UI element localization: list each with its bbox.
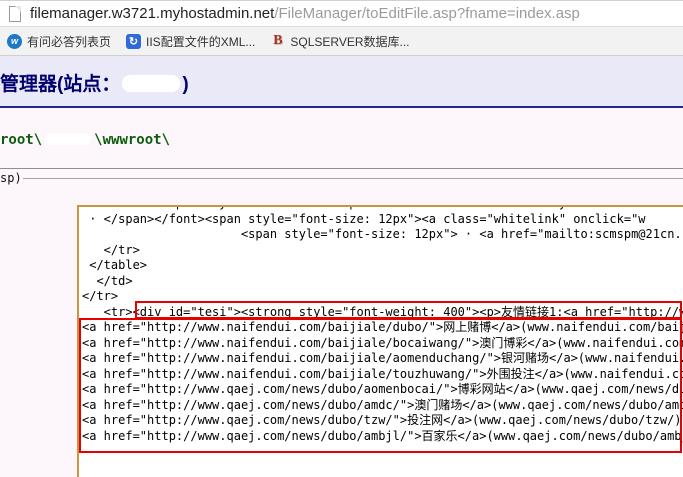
filename-legend: sp): [0, 171, 22, 185]
page-favicon-icon: [9, 6, 21, 22]
header-title-close: ): [182, 74, 188, 95]
code-line: </td>: [82, 274, 683, 290]
path-prefix: root\: [0, 132, 42, 148]
page-header: 管理器(站点：): [0, 56, 683, 108]
bookmark-item-sqlserver[interactable]: B SQLSERVER数据库...: [270, 33, 409, 50]
bookmark-item-qa[interactable]: w 有问必答列表页: [7, 33, 111, 50]
address-bar: filemanager.w3721.myhostadmin.net/FileMa…: [0, 0, 683, 27]
red-highlight-box-spam-links: [79, 318, 682, 453]
bookmark-label: SQLSERVER数据库...: [290, 33, 409, 50]
bookmark-label: 有问必答列表页: [27, 33, 111, 50]
url-input[interactable]: filemanager.w3721.myhostadmin.net/FileMa…: [30, 1, 580, 27]
code-line: <span style="font-size: 12px"> · <a href…: [82, 227, 683, 243]
red-highlight-box-div-tesi: [135, 301, 682, 319]
page-content: 管理器(站点：) root\ \wwwroot\ sp) <span style=…: [0, 56, 683, 477]
header-title: 管理器(站点：: [0, 74, 120, 95]
code-line: · </span></font><span style="font-size: …: [82, 212, 683, 228]
iis-icon: ↻: [126, 34, 141, 49]
url-host: filemanager.w3721.myhostadmin.net: [30, 5, 274, 22]
code-line: </table>: [82, 258, 683, 274]
sqlserver-icon: B: [270, 34, 285, 49]
url-path: /FileManager/toEditFile.asp?fname=index.…: [274, 5, 580, 22]
server-path: root\ \wwwroot\: [0, 132, 170, 148]
redacted-site-name: [122, 75, 180, 92]
bookmark-label: IIS配置文件的XML...: [146, 33, 255, 50]
bookmark-item-iis[interactable]: ↻ IIS配置文件的XML...: [126, 33, 255, 50]
bookmarks-bar: w 有问必答列表页 ↻ IIS配置文件的XML... B SQLSERVER数据…: [0, 27, 683, 56]
fieldset-line: [23, 178, 683, 179]
path-suffix: \wwwroot\: [94, 132, 170, 148]
code-line: <span style="font-size: 12px"> <a class=…: [82, 205, 683, 212]
code-line: </tr>: [82, 243, 683, 259]
redacted-path-segment: [45, 133, 91, 145]
wave-circle-icon: w: [7, 34, 22, 49]
horizontal-divider: [0, 168, 683, 169]
